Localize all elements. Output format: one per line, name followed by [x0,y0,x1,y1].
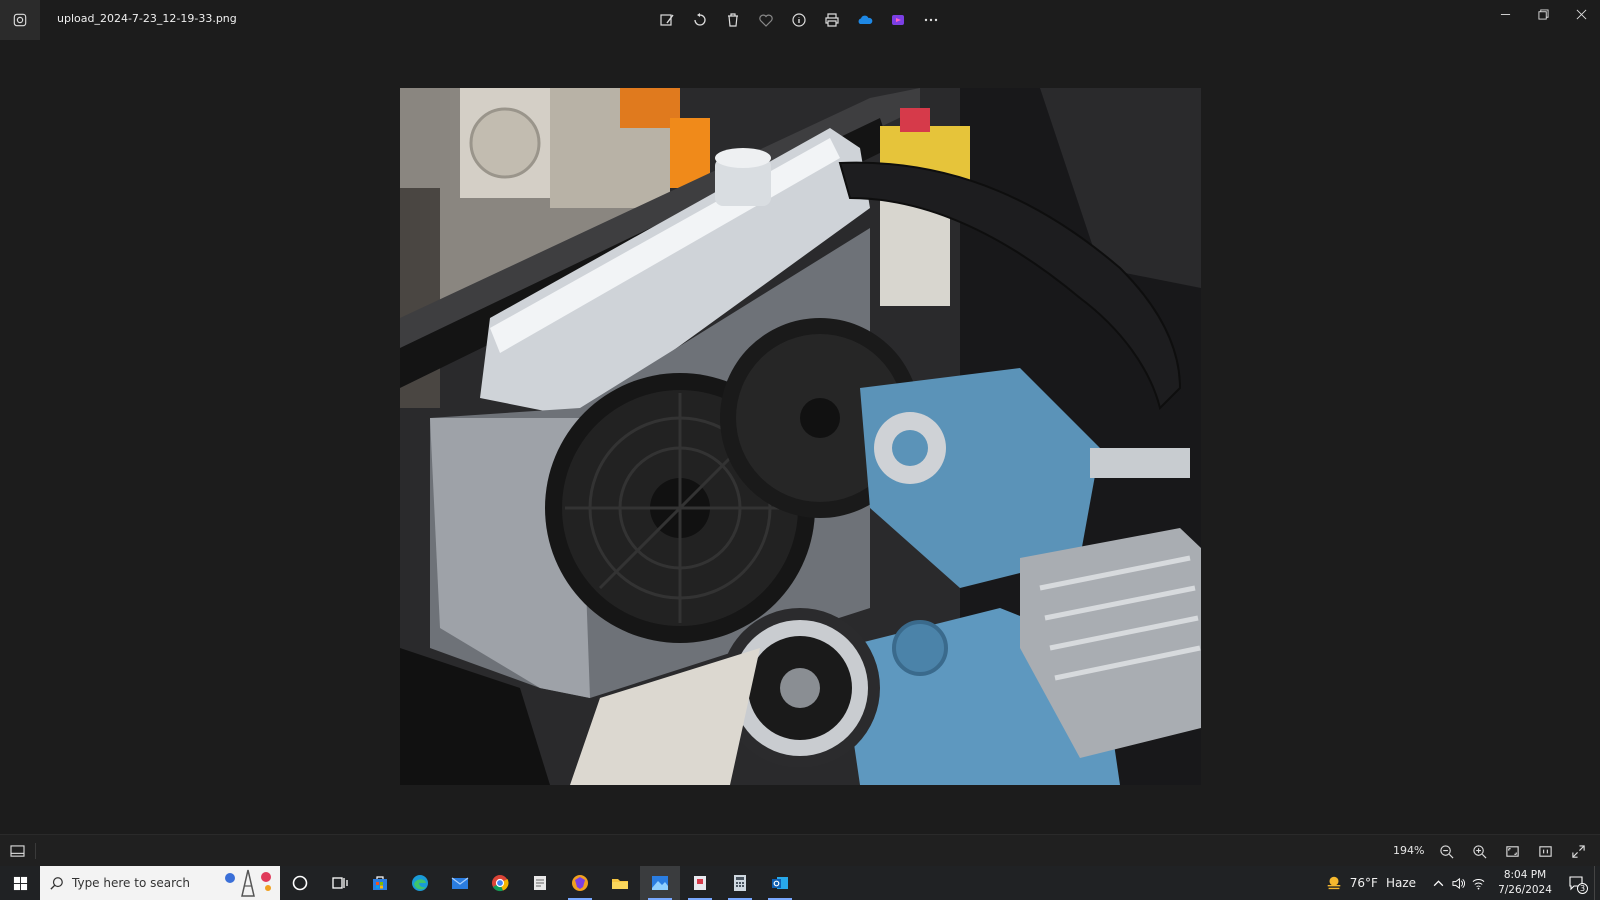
photos-logo-icon [13,13,27,27]
rotate-icon [693,13,706,26]
favorite-heart-icon [758,14,773,27]
file-explorer-folder-icon [612,879,628,889]
clock-time: 8:04 PM [1503,869,1547,881]
more-options-button[interactable] [914,6,947,34]
close-button[interactable] [1562,0,1600,28]
zoom-out-icon [1440,844,1454,858]
clipchamp-button[interactable] [881,6,914,34]
outlook-mail-icon [772,877,788,889]
search-highlight-illustration-icon [225,869,271,897]
edit-image-button[interactable] [650,6,683,34]
show-desktop-button[interactable] [1594,866,1600,900]
wifi-network-icon [1472,878,1484,889]
image-toolbar [650,6,947,34]
cortana-button[interactable] [280,866,320,900]
zoom-level-label[interactable]: 194% [1393,844,1424,857]
fit-to-window-icon [1506,845,1519,857]
actual-size-icon [1539,845,1552,857]
more-options-icon [924,18,937,22]
search-icon [50,877,63,890]
start-button[interactable] [0,866,40,900]
microsoft-store-icon [373,876,387,890]
system-clock[interactable]: 8:04 PM 7/26/2024 [1492,868,1558,898]
taskbar-mail[interactable] [440,866,480,900]
onedrive-button[interactable] [848,6,881,34]
volume-button[interactable] [1448,866,1468,900]
weather-condition: Haze [1385,876,1416,890]
minimize-icon [1500,13,1510,15]
weather-temperature: 76°F [1349,876,1378,890]
photos-app-icon[interactable] [0,0,40,40]
document-app-icon [534,876,546,890]
taskbar-microsoft-store[interactable] [360,866,400,900]
browser-shield-icon [572,875,588,891]
fullscreen-button[interactable] [1562,839,1595,863]
chrome-browser-icon [492,875,509,892]
title-bar: upload_2024-7-23_12-19-33.png [0,0,1600,40]
show-hidden-icons-button[interactable] [1428,866,1448,900]
weather-widget[interactable]: 76°F Haze [1324,874,1416,892]
clock-date: 7/26/2024 [1498,884,1552,896]
taskbar-calculator[interactable] [720,866,760,900]
info-icon [791,13,806,27]
zoom-in-icon [1473,844,1487,858]
delete-button[interactable] [716,6,749,34]
fit-to-window-button[interactable] [1496,839,1529,863]
restore-icon [1537,8,1549,20]
chevron-up-icon [1433,879,1443,886]
taskbar-photos[interactable] [640,866,680,900]
network-button[interactable] [1468,866,1488,900]
calculator-icon [734,875,746,891]
info-button[interactable] [782,6,815,34]
rotate-button[interactable] [683,6,716,34]
haze-sun-icon [1327,876,1341,890]
taskbar-outlook[interactable] [760,866,800,900]
delete-icon [727,13,738,27]
taskbar-app-roblox[interactable] [680,866,720,900]
taskbar-file-explorer[interactable] [600,866,640,900]
clipchamp-icon [891,15,904,25]
filmstrip-toggle-button[interactable] [6,841,28,861]
windows-logo-icon [13,876,27,890]
image-viewer[interactable] [0,40,1600,834]
edge-browser-icon [412,875,428,891]
restore-button[interactable] [1524,0,1562,28]
zoom-in-button[interactable] [1463,839,1496,863]
game-app-icon [694,876,706,890]
zoom-out-button[interactable] [1430,839,1463,863]
cortana-circle-icon [292,875,308,891]
actual-size-button[interactable] [1529,839,1562,863]
task-view-button[interactable] [320,866,360,900]
favorite-button[interactable] [749,6,782,34]
edit-image-icon [659,14,674,26]
filmstrip-icon [9,844,25,857]
taskbar-search-box[interactable]: Type here to search [40,866,280,900]
photos-app-icon [652,876,668,890]
close-icon [1576,9,1586,19]
mail-envelope-icon [451,877,469,889]
taskbar-edge[interactable] [400,866,440,900]
zoom-controls [1430,839,1595,863]
status-divider [35,843,36,859]
window-controls [1486,0,1600,28]
speaker-volume-icon [1451,877,1465,889]
taskbar-app-generic[interactable] [520,866,560,900]
notification-count-badge: 3 [1577,883,1588,894]
taskbar-chrome[interactable] [480,866,520,900]
displayed-photo[interactable] [400,88,1201,785]
windows-taskbar: Type here to search 76°F Haze 8:04 PM 7/… [0,866,1600,900]
fullscreen-expand-icon [1572,844,1585,858]
engine-bay-photo-illustration [400,88,1201,785]
onedrive-cloud-icon [858,15,872,24]
notification-center-button[interactable]: 3 [1558,866,1594,900]
system-tray: 76°F Haze 8:04 PM 7/26/2024 3 [1324,866,1600,900]
taskbar-brave[interactable] [560,866,600,900]
task-view-icon [332,877,348,889]
print-button[interactable] [815,6,848,34]
file-name-title: upload_2024-7-23_12-19-33.png [57,12,237,25]
minimize-button[interactable] [1486,0,1524,28]
viewer-status-bar: 194% [0,834,1600,866]
search-placeholder: Type here to search [72,876,190,890]
print-icon [824,13,839,27]
